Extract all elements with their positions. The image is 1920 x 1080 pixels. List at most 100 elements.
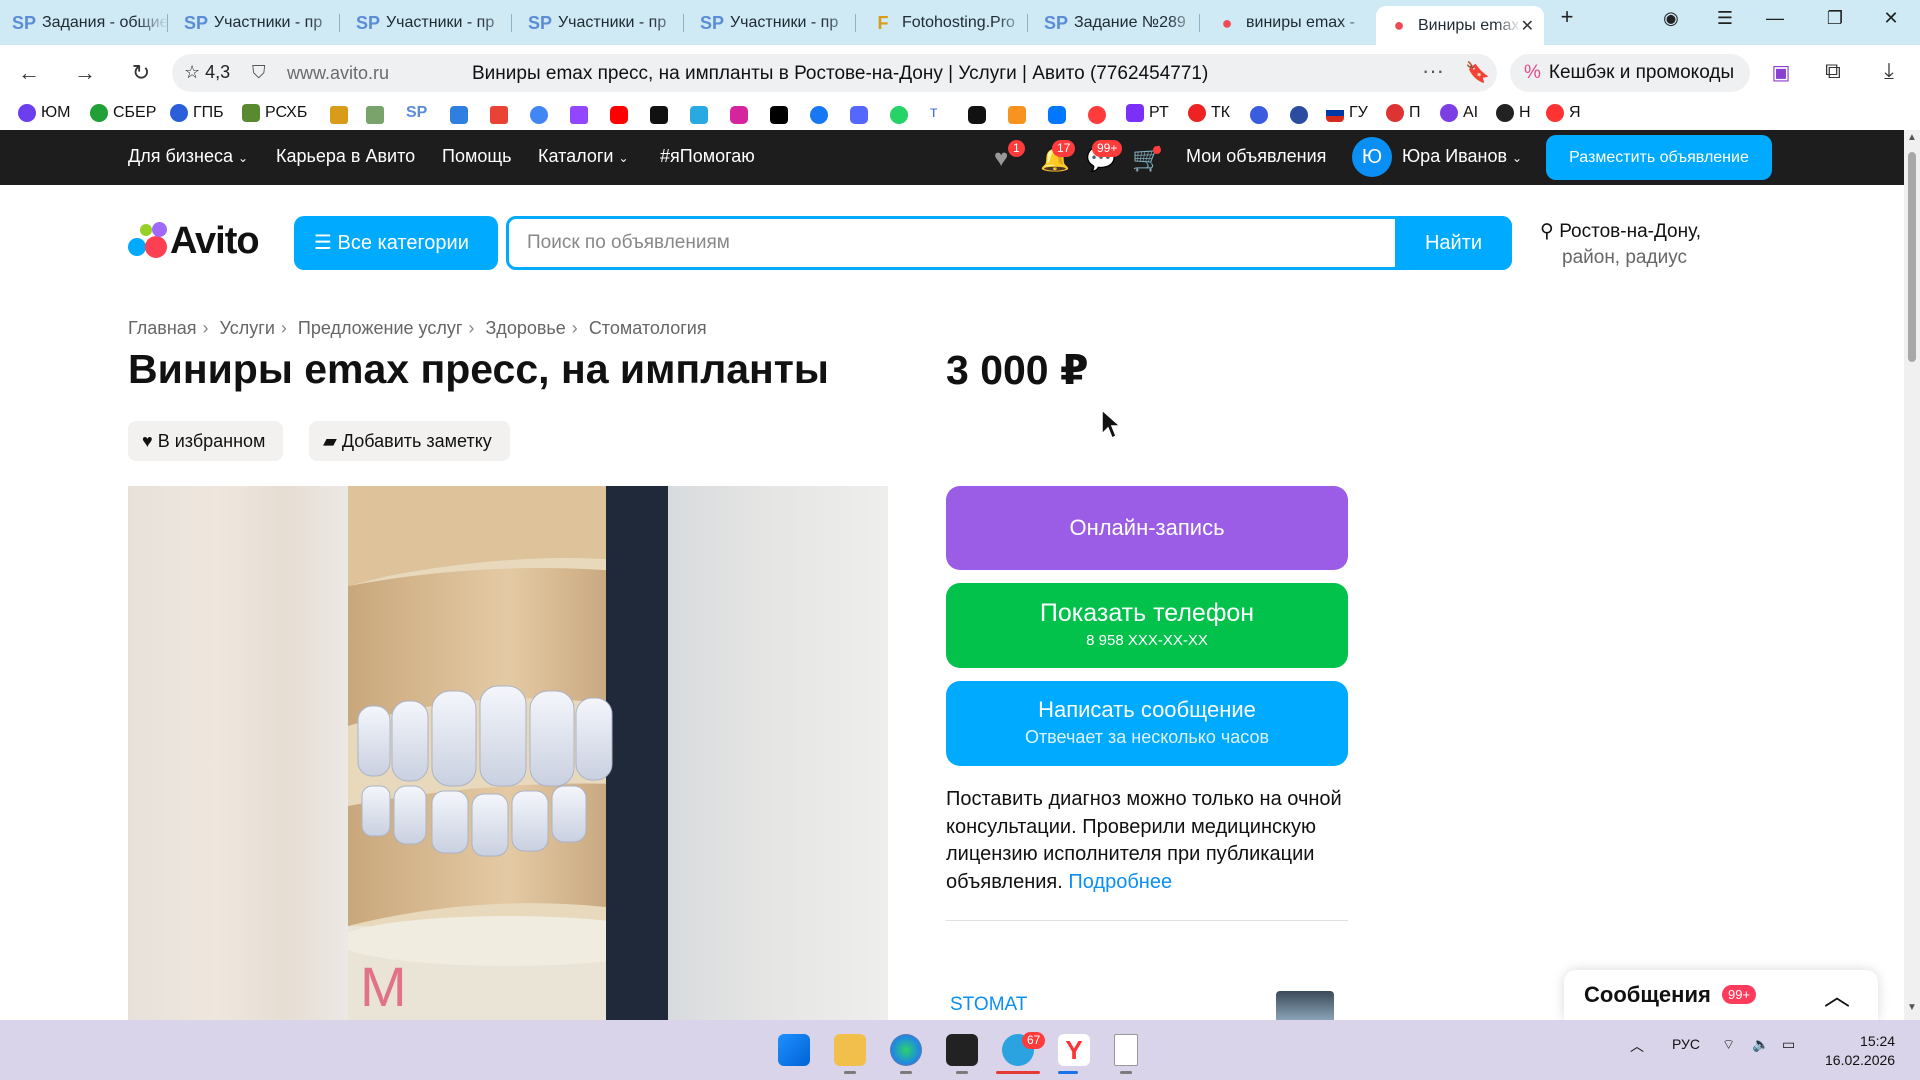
cashback-button[interactable]: % Кешбэк и промокоды [1510,54,1750,92]
location-selector[interactable]: ⚲ Ростов-на-Дону, район, радиус [1540,219,1701,271]
bookmark-item[interactable]: ЮМ [18,104,71,122]
bookmark-icon[interactable]: 🔖 [1465,60,1490,85]
twitch-icon[interactable] [570,106,588,124]
bookmark-item[interactable]: ТК [1188,104,1230,122]
bookmark-item[interactable]: РСХБ [242,104,307,122]
more-icon[interactable]: ··· [1422,58,1444,84]
yandex-browser-icon[interactable]: Y [1058,1034,1090,1066]
system-clock[interactable]: 15:24 16.02.2026 [1825,1032,1895,1070]
all-categories-button[interactable]: ☰ Все категории [294,216,498,270]
close-window-icon[interactable]: ✕ [1876,8,1906,29]
photo-gallery[interactable]: M [128,486,888,1020]
breadcrumb-link[interactable]: Здоровье [485,318,565,338]
download-icon[interactable]: ⤓ [1874,58,1904,84]
browser-tab[interactable]: SP Участники - пр [516,6,684,40]
tiktok-icon[interactable] [770,106,788,124]
bookmark-icon[interactable] [850,106,868,124]
sp-icon[interactable]: SP [406,104,427,122]
breadcrumb-link[interactable]: Предложение услуг [298,318,463,338]
bookmark-item[interactable]: ГПБ [170,104,224,122]
google-icon[interactable] [530,106,548,124]
bookmark-item[interactable]: П [1386,104,1421,122]
bookmark-icon[interactable] [1250,106,1268,124]
browser-tab[interactable]: SP Участники - пр [172,6,340,40]
help-link[interactable]: Помощь [442,146,512,167]
bookmark-icon[interactable] [650,106,668,124]
browser-tab[interactable]: SP Задание №289 [1032,6,1200,40]
back-icon[interactable]: ← [14,60,44,86]
edge-icon[interactable] [890,1034,922,1066]
gmail-icon[interactable] [490,106,508,124]
user-menu[interactable]: Юра Иванов ⌄ [1402,146,1522,167]
find-button[interactable]: Найти [1395,216,1512,270]
bookmark-icon[interactable] [366,106,384,124]
scroll-down-icon[interactable]: ▼ [1907,1002,1917,1013]
forward-icon[interactable]: → [70,60,100,86]
favorite-button[interactable]: ♥ В избранном [128,421,284,461]
bookmark-item[interactable]: СБЕР [90,104,156,122]
fotohosting-icon[interactable] [330,106,348,124]
tray-chevron-up-icon[interactable]: ︿ [1630,1036,1644,1056]
volume-icon[interactable]: 🔈 [1752,1036,1769,1053]
bookmark-icon[interactable] [968,106,986,124]
business-menu[interactable]: Для бизнеса ⌄ [128,146,248,167]
bookmark-icon[interactable] [1088,106,1106,124]
scrollbar-thumb[interactable] [1908,152,1916,362]
breadcrumb-link[interactable]: Стоматология [589,318,707,338]
listing-photo[interactable]: M [348,486,668,1020]
scroll-up-icon[interactable]: ▲ [1907,132,1917,143]
address-bar[interactable]: ☆ 4,3 ⛉ www.avito.ru Виниры emax пресс, … [172,54,1497,92]
instagram-icon[interactable] [730,106,748,124]
language-indicator[interactable]: РУС [1672,1036,1700,1052]
bookmark-item[interactable]: РТ [1126,104,1169,122]
chevron-up-icon[interactable]: ︿ [1824,976,1850,1013]
browser-tab-active[interactable]: ● Виниры emax ✕ [1376,6,1544,45]
my-ads-link[interactable]: Мои объявления [1186,146,1326,167]
restore-icon[interactable]: ❐ [1820,8,1850,29]
messages-widget[interactable]: Сообщения 99+ ︿ [1564,970,1878,1020]
browser-tab[interactable]: SP Задания - общие [0,6,168,40]
browser-tab[interactable]: ● виниры emax - [1204,6,1372,40]
seller-avatar[interactable] [1276,991,1334,1020]
online-booking-button[interactable]: Онлайн-запись [946,486,1348,570]
start-icon[interactable] [778,1034,810,1066]
search-input[interactable] [509,219,1395,267]
vk-icon[interactable] [1048,106,1066,124]
bookmark-item[interactable]: Н [1496,104,1531,122]
gallery-icon[interactable]: ▣ [1766,60,1796,85]
browser-tab[interactable]: SP Участники - пр [344,6,512,40]
profile-icon[interactable]: ◉ [1656,8,1686,29]
battery-icon[interactable]: ▭ [1782,1036,1795,1053]
new-tab-button[interactable]: + [1552,4,1582,30]
youtube-icon[interactable] [610,106,628,124]
ihelp-link[interactable]: #яПомогаю [660,146,755,167]
browser-tab[interactable]: SP Участники - пр [688,6,856,40]
avatar[interactable]: Ю [1352,137,1392,177]
breadcrumb-link[interactable]: Услуги [220,318,275,338]
mail-icon[interactable] [450,106,468,124]
site-rating[interactable]: ☆ 4,3 [184,62,230,83]
heart-icon[interactable]: ♥ [994,145,1008,173]
bookmark-icon[interactable] [1290,106,1308,124]
more-info-link[interactable]: Подробнее [1068,871,1172,893]
show-phone-button[interactable]: Показать телефон 8 958 XXX-XX-XX [946,583,1348,668]
extensions-icon[interactable]: ⧉ [1818,58,1848,84]
seller-name[interactable]: STOMAT [950,994,1027,1016]
menu-icon[interactable]: ☰ [1710,8,1740,29]
odnoklassniki-icon[interactable] [1008,106,1026,124]
catalogs-menu[interactable]: Каталоги ⌄ [538,146,629,167]
document-icon[interactable] [1114,1034,1138,1066]
breadcrumb-link[interactable]: Главная [128,318,197,338]
facebook-icon[interactable] [810,106,828,124]
browser-tab[interactable]: F Fotohosting.Pro [860,6,1028,40]
close-tab-icon[interactable]: ✕ [1521,16,1534,36]
whatsapp-icon[interactable] [890,106,908,124]
bookmark-icon[interactable] [690,106,708,124]
write-message-button[interactable]: Написать сообщение Отвечает за несколько… [946,681,1348,766]
file-explorer-icon[interactable] [834,1034,866,1066]
wifi-icon[interactable]: ⌔ [1722,1036,1735,1054]
bookmark-icon[interactable]: т [930,104,937,122]
add-note-button[interactable]: ▰ Добавить заметку [309,421,510,461]
reload-icon[interactable]: ↻ [126,60,156,86]
bookmark-item[interactable]: AI [1440,104,1478,122]
